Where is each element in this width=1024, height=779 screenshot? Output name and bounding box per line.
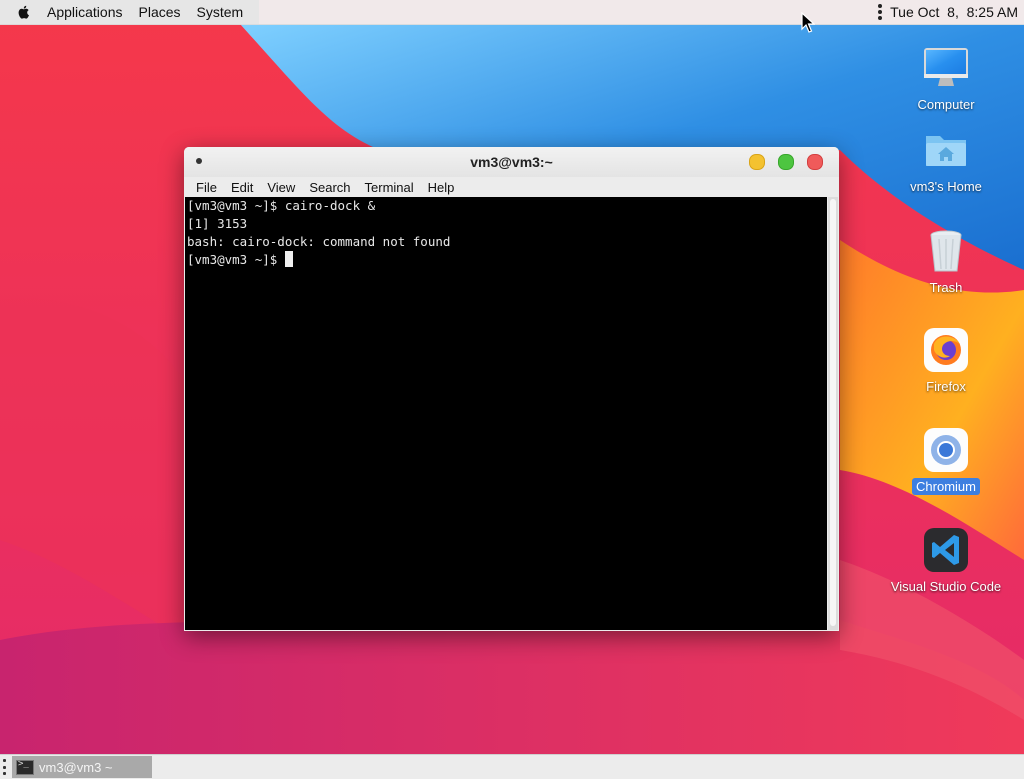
menu-system[interactable]: System	[189, 4, 252, 20]
desktop-icon-label: Visual Studio Code	[890, 579, 1002, 594]
main-menu-bar: Applications Places System	[0, 0, 260, 24]
menu-terminal[interactable]: Terminal	[358, 180, 421, 195]
top-panel: Applications Places System Tue Oct 8, 8:…	[0, 0, 1024, 25]
text-cursor	[284, 251, 293, 267]
menu-edit[interactable]: Edit	[224, 180, 260, 195]
computer-icon	[922, 44, 970, 92]
desktop-icon-home[interactable]: vm3's Home	[886, 126, 1006, 196]
panel-handle-icon[interactable]	[3, 759, 7, 775]
menu-places[interactable]: Places	[131, 4, 189, 20]
vscode-icon	[922, 526, 970, 574]
window-menu-icon[interactable]	[196, 158, 202, 164]
desktop-icon-chromium[interactable]: Chromium	[886, 426, 1006, 496]
menu-file[interactable]: File	[189, 180, 224, 195]
kebab-menu-icon[interactable]	[878, 4, 883, 20]
desktop-icon-firefox[interactable]: Firefox	[886, 326, 1006, 396]
desktop-icon-label: Computer	[917, 97, 975, 112]
desktop-icon-label: Chromium	[912, 478, 980, 495]
close-button[interactable]	[807, 154, 823, 170]
desktop-icon-label: vm3's Home	[910, 179, 982, 194]
window-titlebar[interactable]: vm3@vm3:~	[184, 147, 839, 177]
desktop-icon-label: Trash	[929, 280, 963, 295]
window-controls	[749, 154, 823, 170]
menu-applications[interactable]: Applications	[39, 4, 131, 20]
terminal-icon	[16, 759, 34, 775]
terminal-menubar: File Edit View Search Terminal Help	[184, 177, 839, 197]
terminal-prompt: [vm3@vm3 ~]$	[187, 252, 285, 267]
desktop-icon-computer[interactable]: Computer	[886, 44, 1006, 114]
terminal-line: bash: cairo-dock: command not found	[187, 234, 451, 249]
trash-icon	[922, 227, 970, 275]
mouse-pointer-icon	[801, 12, 815, 33]
home-folder-icon	[922, 126, 970, 174]
desktop-icon-vscode[interactable]: Visual Studio Code	[886, 526, 1006, 596]
firefox-icon	[922, 326, 970, 374]
clock[interactable]: Tue Oct 8, 8:25 AM	[890, 4, 1018, 20]
window-title: vm3@vm3:~	[470, 154, 553, 170]
minimize-button[interactable]	[749, 154, 765, 170]
taskbar-window-label: vm3@vm3 ~	[39, 759, 113, 775]
terminal-line: [vm3@vm3 ~]$ cairo-dock &	[187, 198, 376, 213]
terminal-prompt-line: [vm3@vm3 ~]$	[187, 251, 827, 269]
taskbar-window-button[interactable]: vm3@vm3 ~	[12, 756, 152, 778]
menu-search[interactable]: Search	[302, 180, 357, 195]
menu-help[interactable]: Help	[421, 180, 462, 195]
terminal-line: [1] 3153	[187, 216, 248, 231]
terminal-scrollbar[interactable]	[828, 197, 838, 630]
scrollbar-thumb[interactable]	[830, 199, 836, 626]
chromium-icon	[922, 426, 970, 474]
terminal-output[interactable]: [vm3@vm3 ~]$ cairo-dock & [1] 3153 bash:…	[185, 197, 827, 630]
desktop-icon-trash[interactable]: Trash	[886, 227, 1006, 297]
bottom-panel: vm3@vm3 ~	[0, 754, 1024, 779]
terminal-window: vm3@vm3:~ File Edit View Search Terminal…	[184, 147, 839, 631]
desktop-icon-label: Firefox	[926, 379, 966, 394]
apple-icon[interactable]	[16, 4, 32, 20]
panel-tray: Tue Oct 8, 8:25 AM	[878, 4, 1024, 20]
maximize-button[interactable]	[778, 154, 794, 170]
menu-view[interactable]: View	[260, 180, 302, 195]
